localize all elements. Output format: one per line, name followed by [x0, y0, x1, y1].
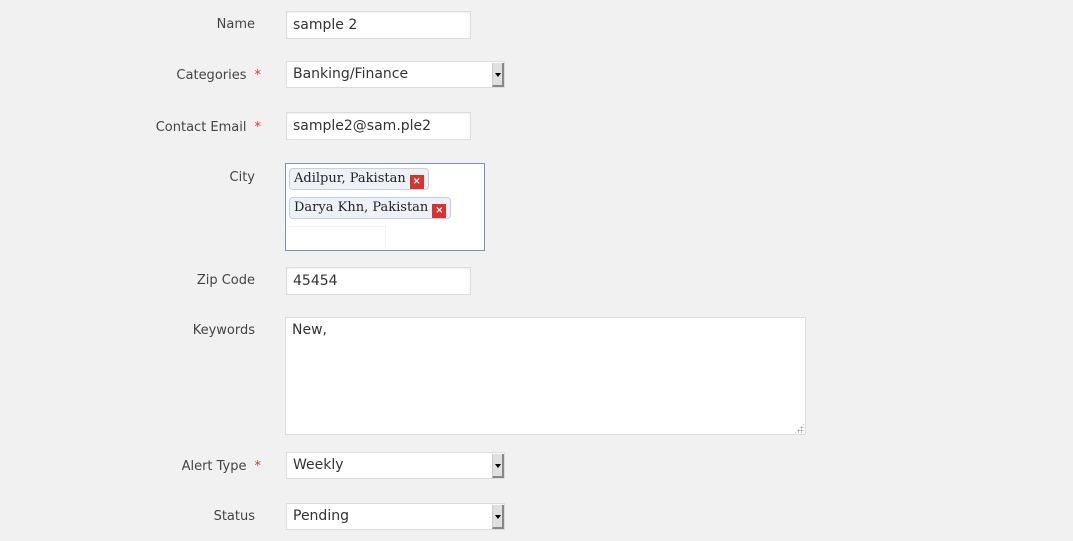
alert-type-selected-value: Weekly	[293, 457, 344, 473]
contact-email-input[interactable]: sample2@sam.ple2	[286, 112, 471, 140]
chevron-down-icon[interactable]	[492, 454, 504, 478]
remove-tag-icon[interactable]: ×	[432, 204, 447, 218]
keywords-label-text: Keywords	[192, 323, 255, 338]
categories-label-text: Categories	[176, 68, 247, 83]
resize-handle-icon[interactable]	[794, 423, 804, 433]
keywords-label: Keywords	[193, 323, 255, 338]
city-tag-label: Adilpur, Pakistan	[294, 171, 406, 186]
categories-selected-value: Banking/Finance	[293, 66, 409, 82]
zip-code-label-text: Zip Code	[196, 273, 255, 288]
alert-type-label: Alert Type *	[182, 459, 261, 474]
name-label: Name	[217, 17, 255, 32]
status-selected-value: Pending	[293, 508, 349, 524]
required-asterisk: *	[254, 120, 262, 135]
contact-email-label-text: Contact Email	[155, 120, 247, 135]
city-search-input[interactable]	[287, 226, 386, 249]
remove-tag-icon[interactable]: ×	[409, 175, 424, 189]
city-label-text: City	[229, 170, 255, 185]
name-input[interactable]: sample 2	[286, 11, 471, 39]
status-label: Status	[214, 509, 255, 524]
keywords-textarea[interactable]: New,	[285, 317, 806, 435]
city-multiselect[interactable]: Adilpur, Pakistan × Darya Khn, Pakistan ×	[285, 163, 485, 251]
city-tag: Adilpur, Pakistan ×	[289, 168, 429, 190]
chevron-down-icon[interactable]	[492, 63, 504, 87]
city-tag: Darya Khn, Pakistan ×	[289, 197, 452, 219]
name-label-text: Name	[216, 17, 255, 32]
chevron-down-icon[interactable]	[492, 505, 504, 529]
required-asterisk: *	[254, 459, 262, 474]
alert-type-label-text: Alert Type	[181, 459, 247, 474]
status-select[interactable]: Pending	[286, 503, 505, 530]
categories-select[interactable]: Banking/Finance	[286, 61, 505, 88]
alert-type-select[interactable]: Weekly	[286, 452, 505, 479]
contact-email-label: Contact Email *	[156, 120, 261, 135]
required-asterisk: *	[254, 68, 262, 83]
city-label: City	[230, 170, 255, 185]
zip-code-input[interactable]: 45454	[286, 267, 471, 295]
status-label-text: Status	[213, 509, 255, 524]
zip-code-label: Zip Code	[197, 273, 255, 288]
city-tag-label: Darya Khn, Pakistan	[294, 200, 429, 215]
categories-label: Categories *	[176, 68, 261, 83]
keywords-value: New,	[292, 322, 327, 338]
